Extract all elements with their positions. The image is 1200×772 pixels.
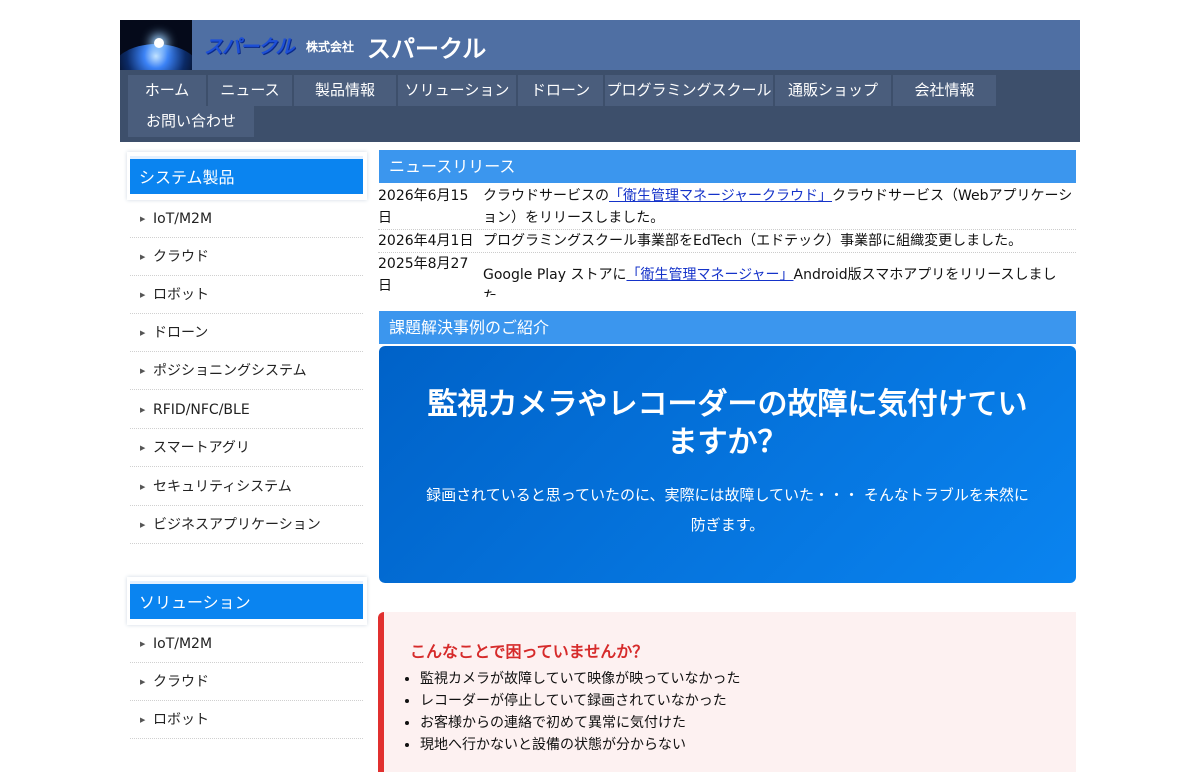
sidebar-item-label: セキュリティシステム <box>153 479 292 495</box>
caret-right-icon: ▶ <box>140 521 146 529</box>
nav-shop[interactable]: 通販ショップ <box>775 75 893 106</box>
news-link[interactable]: 「衛生管理マネージャー」 <box>626 267 793 283</box>
sidebar-item-robot[interactable]: ▶ ロボット <box>130 276 363 314</box>
nav-solutions[interactable]: ソリューション <box>398 75 518 106</box>
sidebar-item-security[interactable]: ▶ セキュリティシステム <box>130 468 363 506</box>
sidebar-item-label: ビジネスアプリケーション <box>153 517 321 533</box>
caret-right-icon: ▶ <box>140 483 146 491</box>
sidebar-item-iot[interactable]: ▶ IoT/M2M <box>130 200 363 238</box>
news-date: 2025年8月27日 <box>378 256 469 294</box>
news-item: 2026年4月1日 プログラミングスクール事業部をEdTech（エドテック）事業… <box>378 230 1076 253</box>
news-text: クラウドサービスの「衛生管理マネージャークラウド」クラウドサービス（Webアプリ… <box>483 185 1076 229</box>
news-list: 2026年6月15日 クラウドサービスの「衛生管理マネージャークラウド」クラウド… <box>378 185 1076 297</box>
page: スパークル 株式会社 スパークル ホーム ニュース 製品情報 ソリューション ド… <box>120 0 1080 772</box>
news-text-part: Google Play ストアに <box>483 267 627 283</box>
news-date: 2026年4月1日 <box>378 233 474 249</box>
site-header: スパークル 株式会社 スパークル <box>120 20 1080 70</box>
sidebar-item-drone[interactable]: ▶ ドローン <box>130 314 363 352</box>
nav-news[interactable]: ニュース <box>208 75 294 106</box>
caret-right-icon: ▶ <box>140 444 146 452</box>
trouble-title: こんなことで困っていませんか？ <box>410 642 649 661</box>
list-item: 監視カメラが故障していて映像が映っていなかった <box>420 668 1076 690</box>
list-item: 現地へ行かないと設備の状態が分からない <box>420 734 1076 756</box>
nav-drone[interactable]: ドローン <box>518 75 605 106</box>
nav-home[interactable]: ホーム <box>128 75 208 106</box>
sidebar-solutions-title: ソリューション <box>130 581 363 619</box>
sidebar-item-solution-cloud[interactable]: ▶ クラウド <box>130 663 363 701</box>
sidebar-item-label: ロボット <box>153 712 209 728</box>
sidebar-item-label: RFID/NFC/BLE <box>153 402 250 418</box>
trouble-list: 監視カメラが故障していて映像が映っていなかった レコーダーが停止していて録画され… <box>410 668 1076 756</box>
caret-right-icon: ▶ <box>140 329 146 337</box>
sidebar-item-label: クラウド <box>153 249 209 265</box>
hero-subtitle: 録画されていると思っていたのに、実際には故障していた・・・ そんなトラブルを未然… <box>426 486 1029 534</box>
caret-right-icon: ▶ <box>140 406 146 414</box>
nav-company[interactable]: 会社情報 <box>893 75 998 106</box>
news-item: 2025年8月27日 Google Play ストアに「衛生管理マネージャー」A… <box>378 253 1076 297</box>
global-nav: ホーム ニュース 製品情報 ソリューション ドローン プログラミングスクール 通… <box>120 70 1080 142</box>
sidebar-item-solution-robot[interactable]: ▶ ロボット <box>130 701 363 739</box>
nav-contact[interactable]: お問い合わせ <box>128 106 256 137</box>
sidebar-item-label: スマートアグリ <box>153 440 250 456</box>
sidebar-item-label: ロボット <box>153 287 209 303</box>
caret-right-icon: ▶ <box>140 253 146 261</box>
caret-right-icon: ▶ <box>140 291 146 299</box>
hero-title: 監視カメラやレコーダーの故障に気付けていますか？ <box>427 387 1028 460</box>
sidebar-item-label: IoT/M2M <box>153 636 213 652</box>
list-item: レコーダーが停止していて録画されていなかった <box>420 690 1076 712</box>
sidebar-products-title: システム製品 <box>130 156 363 194</box>
cases-section-title: 課題解決事例のご紹介 <box>379 311 1076 344</box>
caret-right-icon: ▶ <box>140 215 146 223</box>
brand-logo-text[interactable]: スパークル <box>204 32 294 59</box>
news-text: プログラミングスクール事業部をEdTech（エドテック）事業部に組織変更しました… <box>483 230 1076 252</box>
nav-products[interactable]: 製品情報 <box>294 75 398 106</box>
news-item: 2026年6月15日 クラウドサービスの「衛生管理マネージャークラウド」クラウド… <box>378 185 1076 230</box>
sidebar-item-label: ポジショニングシステム <box>153 363 307 379</box>
news-text-part: クラウドサービスの <box>483 188 609 204</box>
caret-right-icon: ▶ <box>140 367 146 375</box>
company-prefix: 株式会社 <box>306 40 355 54</box>
case-hero-banner: 監視カメラやレコーダーの故障に気付けていますか？ 録画されていると思っていたのに… <box>379 346 1076 583</box>
sidebar-item-business-app[interactable]: ▶ ビジネスアプリケーション <box>130 506 363 544</box>
sidebar-item-solution-iot[interactable]: ▶ IoT/M2M <box>130 625 363 663</box>
nav-programming-school[interactable]: プログラミングスクール <box>605 75 775 106</box>
list-item: お客様からの連絡で初めて異常に気付けた <box>420 712 1076 734</box>
planet-glow <box>120 44 192 70</box>
sidebar-item-label: IoT/M2M <box>153 211 213 227</box>
caret-right-icon: ▶ <box>140 716 146 724</box>
news-section-title: ニュースリリース <box>379 150 1076 183</box>
news-date: 2026年6月15日 <box>378 188 469 226</box>
sidebar-item-label: クラウド <box>153 674 209 690</box>
sidebar-item-rfid[interactable]: ▶ RFID/NFC/BLE <box>130 391 363 429</box>
sidebar-item-smart-agri[interactable]: ▶ スマートアグリ <box>130 429 363 467</box>
news-text: Google Play ストアに「衛生管理マネージャー」Android版スマホア… <box>483 253 1076 297</box>
sidebar-item-label: ドローン <box>153 325 209 341</box>
sidebar-item-positioning[interactable]: ▶ ポジショニングシステム <box>130 352 363 390</box>
caret-right-icon: ▶ <box>140 678 146 686</box>
sidebar-item-cloud[interactable]: ▶ クラウド <box>130 238 363 276</box>
news-text-part: プログラミングスクール事業部をEdTech（エドテック）事業部に組織変更しました… <box>483 233 1023 249</box>
trouble-box: こんなことで困っていませんか？ 監視カメラが故障していて映像が映っていなかった … <box>378 612 1076 772</box>
news-link[interactable]: 「衛生管理マネージャークラウド」 <box>609 188 832 204</box>
caret-right-icon: ▶ <box>140 640 146 648</box>
planet-logo-icon[interactable] <box>120 20 192 70</box>
sun-flare <box>154 38 164 48</box>
company-name[interactable]: スパークル <box>367 29 486 64</box>
